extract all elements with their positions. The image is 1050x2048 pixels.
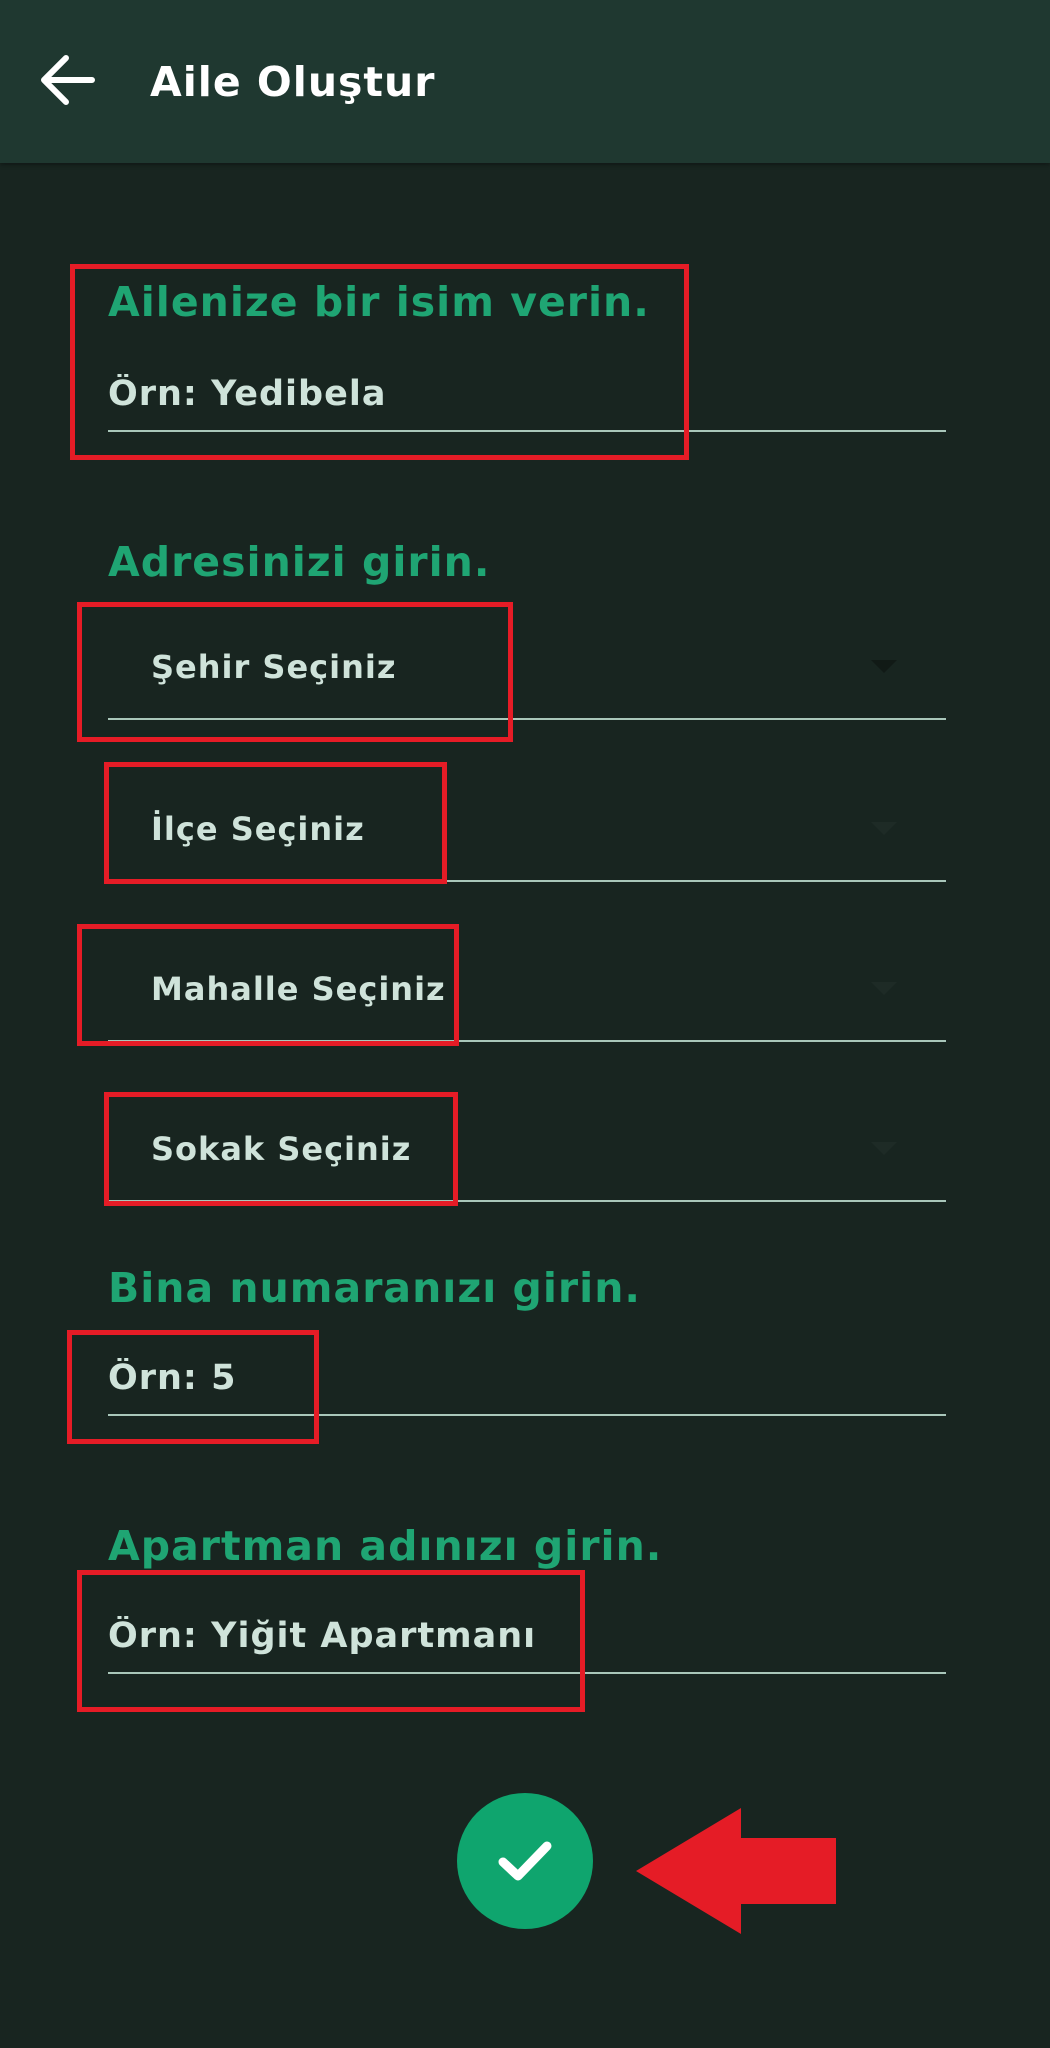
apartment-name-label: Apartman adınızı girin.	[108, 1522, 663, 1570]
app-bar: Aile Oluştur	[0, 0, 1050, 163]
building-number-input[interactable]	[108, 1342, 946, 1414]
city-dropdown-label: Şehir Seçiniz	[151, 648, 397, 686]
apartment-name-field[interactable]	[108, 1600, 946, 1674]
district-dropdown-label: İlçe Seçiniz	[151, 810, 365, 848]
neighborhood-dropdown[interactable]: Mahalle Seçiniz	[108, 970, 946, 1042]
caret-down-icon	[871, 660, 897, 673]
apartment-name-input[interactable]	[108, 1600, 946, 1672]
neighborhood-dropdown-label: Mahalle Seçiniz	[151, 970, 446, 1008]
street-dropdown[interactable]: Sokak Seçiniz	[108, 1130, 946, 1202]
checkmark-icon	[498, 1841, 552, 1881]
red-arrow-left-icon	[636, 1808, 836, 1934]
street-dropdown-label: Sokak Seçiniz	[151, 1130, 412, 1168]
building-number-field[interactable]	[108, 1342, 946, 1416]
caret-down-icon	[871, 822, 897, 835]
city-dropdown[interactable]: Şehir Seçiniz	[108, 648, 946, 720]
family-name-input[interactable]	[108, 358, 946, 430]
district-dropdown[interactable]: İlçe Seçiniz	[108, 810, 946, 882]
arrow-left-icon	[41, 55, 95, 105]
family-name-label: Ailenize bir isim verin.	[108, 278, 650, 326]
page-title: Aile Oluştur	[150, 58, 436, 106]
caret-down-icon	[871, 982, 897, 995]
caret-down-icon	[871, 1142, 897, 1155]
family-name-field[interactable]	[108, 358, 946, 432]
confirm-button[interactable]	[457, 1793, 593, 1929]
back-button[interactable]	[36, 48, 100, 112]
address-label: Adresinizi girin.	[108, 538, 491, 586]
building-number-label: Bina numaranızı girin.	[108, 1264, 641, 1312]
